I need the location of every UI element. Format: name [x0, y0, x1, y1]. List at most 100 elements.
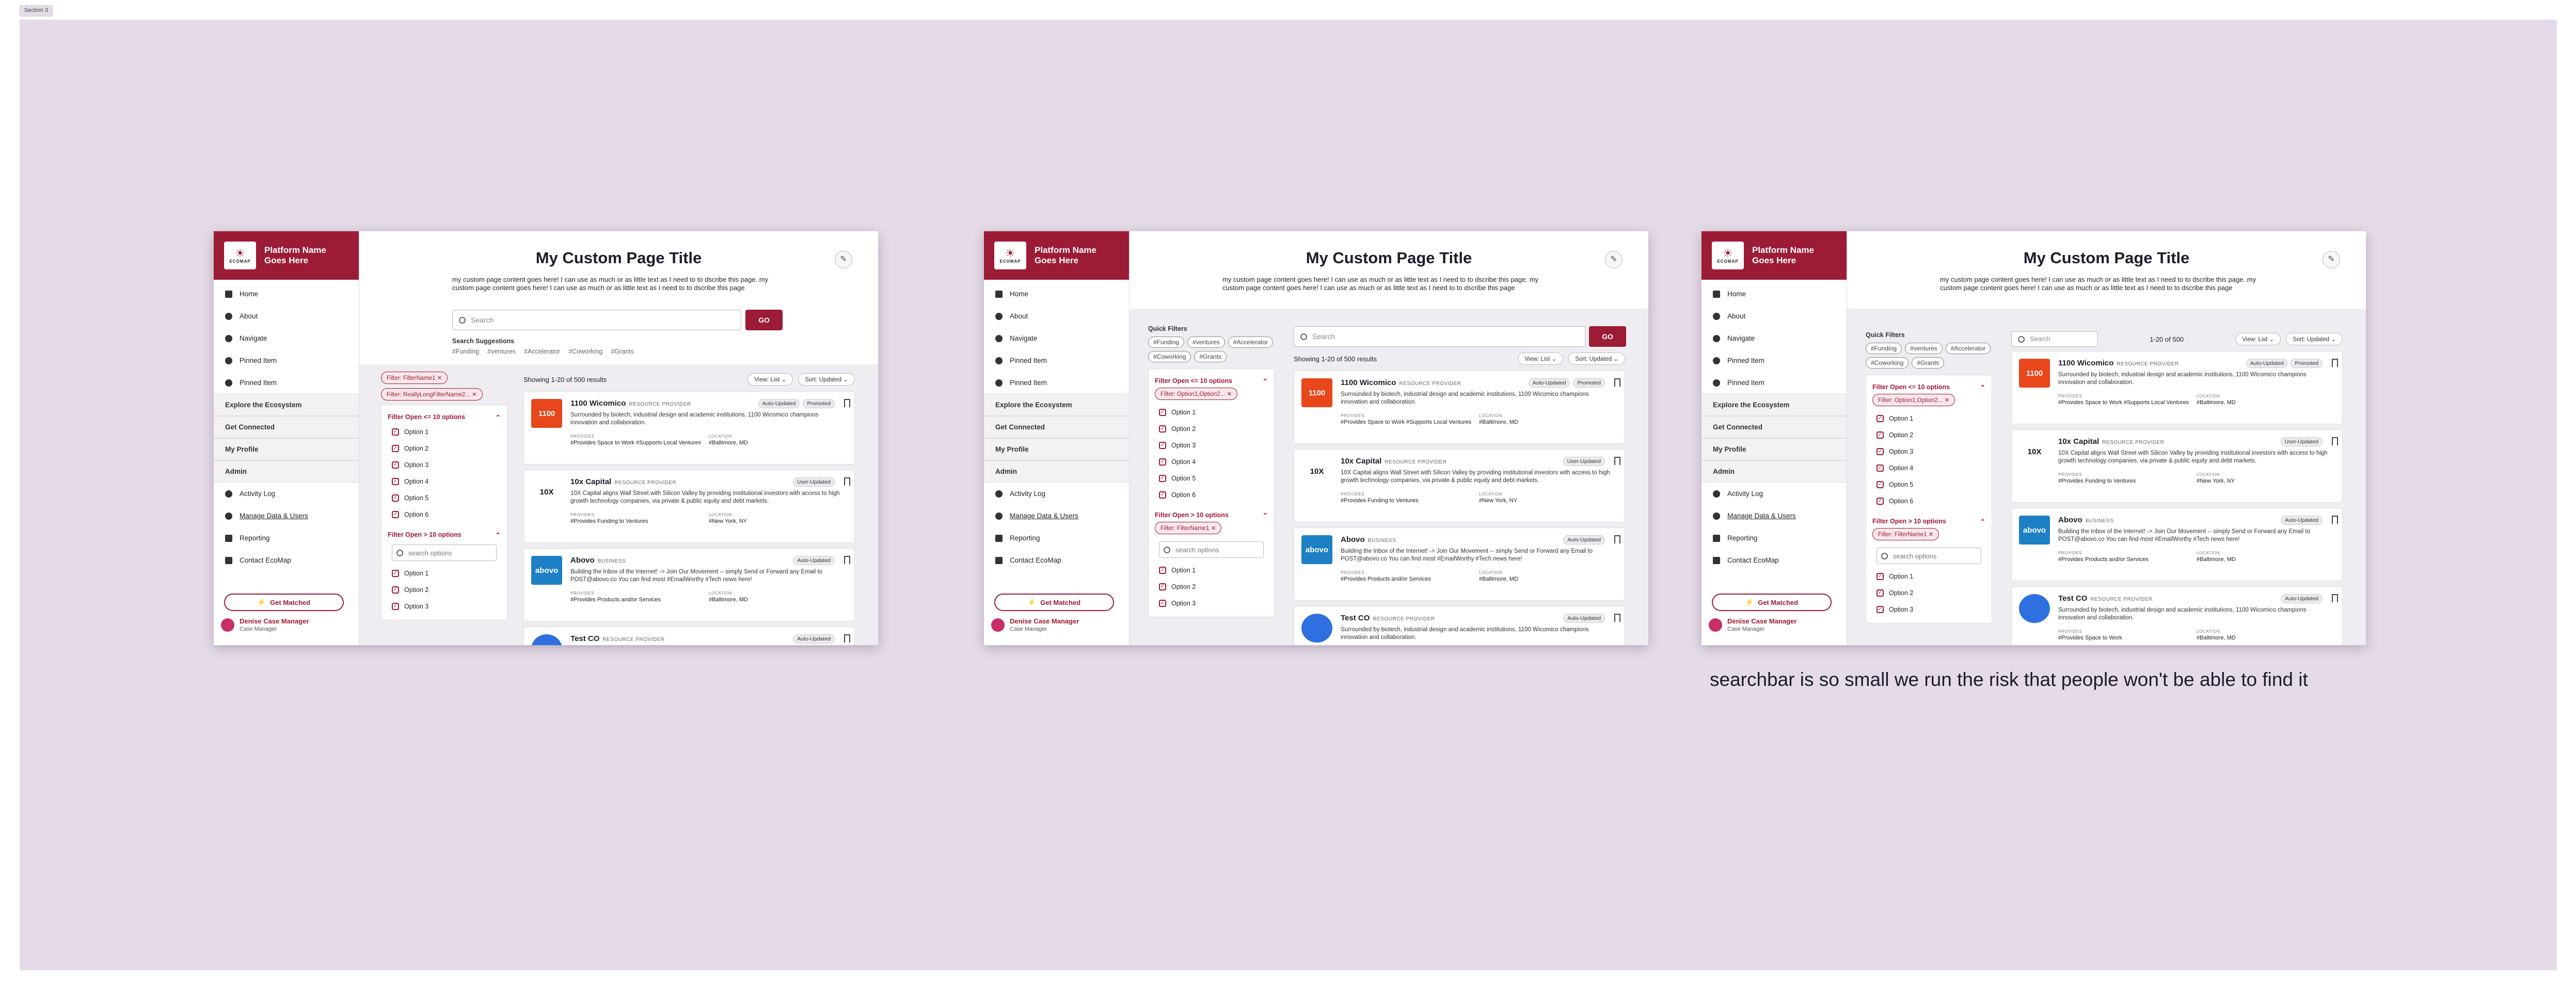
filter-option[interactable]: ✓ Option 4: [388, 473, 501, 490]
user-profile[interactable]: Denise Case Manager Case Manager: [1709, 617, 1796, 632]
sort-dropdown[interactable]: Sort: Updated ⌄: [1568, 353, 1625, 365]
checkbox-checked-icon[interactable]: ✓: [1159, 475, 1166, 482]
result-card[interactable]: abovo Abovo BUSINESS Auto-Updated Buildin…: [1294, 527, 1625, 601]
search-input[interactable]: Search: [452, 310, 741, 330]
checkbox-checked-icon[interactable]: ✓: [1159, 583, 1166, 590]
nav-pinned-2[interactable]: Pinned Item: [984, 372, 1129, 394]
filter-group-header[interactable]: Filter Open <= 10 options ⌃: [388, 410, 501, 424]
checkbox-checked-icon[interactable]: ✓: [1877, 431, 1884, 439]
checkbox-checked-icon[interactable]: ✓: [392, 494, 399, 502]
nav-navigate[interactable]: Navigate: [984, 327, 1129, 349]
filter-option[interactable]: ✓ Option 3: [1872, 443, 1985, 460]
view-dropdown[interactable]: View: List ⌄: [1518, 353, 1564, 365]
nav-get-connected[interactable]: Get Connected: [214, 416, 359, 438]
filter-option[interactable]: ✓ Option 5: [1155, 470, 1268, 487]
filter-option[interactable]: ✓ Option 3: [1155, 437, 1268, 454]
close-icon[interactable]: ✕: [1227, 391, 1232, 397]
checkbox-checked-icon[interactable]: ✓: [1159, 442, 1166, 449]
org-name[interactable]: Test CO: [1341, 614, 1370, 622]
filter-group-header[interactable]: Filter Open > 10 options ⌃: [1155, 508, 1268, 522]
filter-option[interactable]: ✓ Option 2: [388, 582, 501, 598]
nav-explore[interactable]: Explore the Ecosystem: [1702, 394, 1847, 416]
bookmark-icon[interactable]: [844, 556, 850, 564]
brand-header[interactable]: ☀ ECOMAP Platform Name Goes Here: [984, 231, 1129, 280]
bookmark-icon[interactable]: [844, 634, 850, 643]
checkbox-checked-icon[interactable]: ✓: [1159, 567, 1166, 574]
org-name[interactable]: Abovo: [570, 556, 595, 565]
go-button[interactable]: GO: [1589, 326, 1626, 347]
checkbox-checked-icon[interactable]: ✓: [392, 511, 399, 518]
nav-pinned-1[interactable]: Pinned Item: [984, 349, 1129, 372]
tag-ventures[interactable]: #ventures: [487, 348, 516, 355]
nav-home[interactable]: Home: [214, 283, 359, 305]
nav-home[interactable]: Home: [1702, 283, 1847, 305]
filter-option[interactable]: ✓ Option 1: [1155, 404, 1268, 421]
tag-accelerator[interactable]: #Accelerator: [1228, 337, 1274, 348]
tag-grants[interactable]: #Grants: [1912, 357, 1945, 369]
filter-group-header[interactable]: Filter Open <= 10 options ⌃: [1872, 380, 1985, 394]
checkbox-checked-icon[interactable]: ✓: [392, 570, 399, 577]
filter-option[interactable]: ✓ Option 3: [388, 598, 501, 615]
tag-coworking[interactable]: #Coworking: [1148, 351, 1191, 362]
filter-option[interactable]: ✓ Option 2: [388, 440, 501, 457]
filter-option[interactable]: ✓ Option 2: [1155, 421, 1268, 437]
tag-grants[interactable]: #Grants: [1194, 351, 1227, 362]
checkbox-checked-icon[interactable]: ✓: [1159, 491, 1166, 499]
filter-option[interactable]: ✓ Option 1: [1872, 410, 1985, 427]
checkbox-checked-icon[interactable]: ✓: [392, 445, 399, 452]
checkbox-checked-icon[interactable]: ✓: [392, 478, 399, 485]
checkbox-checked-icon[interactable]: ✓: [1159, 425, 1166, 433]
bookmark-icon[interactable]: [2332, 437, 2338, 445]
nav-activity-log[interactable]: Activity Log: [214, 483, 359, 505]
nav-activity-log[interactable]: Activity Log: [1702, 483, 1847, 505]
filter-option[interactable]: ✓ Option 3: [1872, 601, 1985, 618]
active-filter-chip[interactable]: Filter: ReallyLongFilterName2... ✕: [381, 388, 483, 401]
checkbox-checked-icon[interactable]: ✓: [1159, 458, 1166, 466]
filter-group-header[interactable]: Filter Open > 10 options ⌃: [1872, 515, 1985, 528]
result-card[interactable]: Test CORESOURCE PROVIDER Auto-Updated Su…: [2011, 586, 2343, 645]
org-name[interactable]: Test CO: [570, 634, 599, 643]
search-input[interactable]: Search: [2011, 331, 2098, 347]
bookmark-icon[interactable]: [2332, 594, 2338, 602]
bookmark-icon[interactable]: [1614, 457, 1620, 465]
nav-pinned-2[interactable]: Pinned Item: [1702, 372, 1847, 394]
filter-option[interactable]: ✓ Option 2: [1872, 585, 1985, 601]
tag-accelerator[interactable]: #Accelerator: [1945, 343, 1991, 354]
result-card[interactable]: 10X 10x Capital RESOURCE PROVIDER User-Up…: [523, 470, 855, 543]
filter-option[interactable]: ✓ Option 1: [1872, 568, 1985, 585]
checkbox-checked-icon[interactable]: ✓: [392, 428, 399, 436]
nav-about[interactable]: About: [984, 305, 1129, 327]
nav-admin[interactable]: Admin: [984, 460, 1129, 483]
bookmark-icon[interactable]: [1614, 614, 1620, 622]
go-button[interactable]: GO: [745, 310, 783, 330]
result-card[interactable]: 1100 1100 Wicomico RESOURCE PROVIDER Auto…: [1294, 371, 1625, 444]
checkbox-checked-icon[interactable]: ✓: [1159, 600, 1166, 607]
org-name[interactable]: Abovo: [1341, 535, 1365, 544]
checkbox-checked-icon[interactable]: ✓: [1877, 448, 1884, 455]
result-card[interactable]: 10X 10x Capital RESOURCE PROVIDER User-Up…: [1294, 449, 1625, 522]
filter-option[interactable]: ✓ Option 2: [1872, 427, 1985, 443]
active-filter-chip[interactable]: Filter: FilterName1 ✕: [381, 372, 448, 384]
active-filter-chip[interactable]: Filter: FilterName1 ✕: [1872, 528, 1939, 540]
nav-explore[interactable]: Explore the Ecosystem: [984, 394, 1129, 416]
filter-group-header[interactable]: Filter Open > 10 options ⌃: [388, 528, 501, 541]
result-card[interactable]: Test CORESOURCE PROVIDER Auto-Updated Su…: [1294, 606, 1625, 645]
org-name[interactable]: 1100 Wicomico: [1341, 378, 1396, 387]
checkbox-checked-icon[interactable]: ✓: [392, 586, 399, 594]
result-card[interactable]: 1100 1100 Wicomico RESOURCE PROVIDER Auto…: [2011, 351, 2343, 424]
checkbox-checked-icon[interactable]: ✓: [1877, 573, 1884, 580]
org-name[interactable]: 10x Capital: [1341, 457, 1381, 466]
nav-about[interactable]: About: [1702, 305, 1847, 327]
filter-option[interactable]: ✓ Option 1: [388, 424, 501, 440]
nav-pinned-1[interactable]: Pinned Item: [1702, 349, 1847, 372]
result-card[interactable]: abovo Abovo BUSINESS Auto-Updated Buildin…: [2011, 508, 2343, 581]
nav-explore[interactable]: Explore the Ecosystem: [214, 394, 359, 416]
result-card[interactable]: 10X 10x Capital RESOURCE PROVIDER User-Up…: [2011, 429, 2343, 503]
org-name[interactable]: 10x Capital: [2058, 437, 2099, 446]
nav-activity-log[interactable]: Activity Log: [984, 483, 1129, 505]
nav-navigate[interactable]: Navigate: [1702, 327, 1847, 349]
result-card[interactable]: 1100 1100 Wicomico RESOURCE PROVIDER Auto…: [523, 391, 855, 465]
filter-option[interactable]: ✓ Option 2: [1155, 579, 1268, 595]
nav-my-profile[interactable]: My Profile: [214, 438, 359, 460]
bookmark-icon[interactable]: [844, 399, 850, 407]
